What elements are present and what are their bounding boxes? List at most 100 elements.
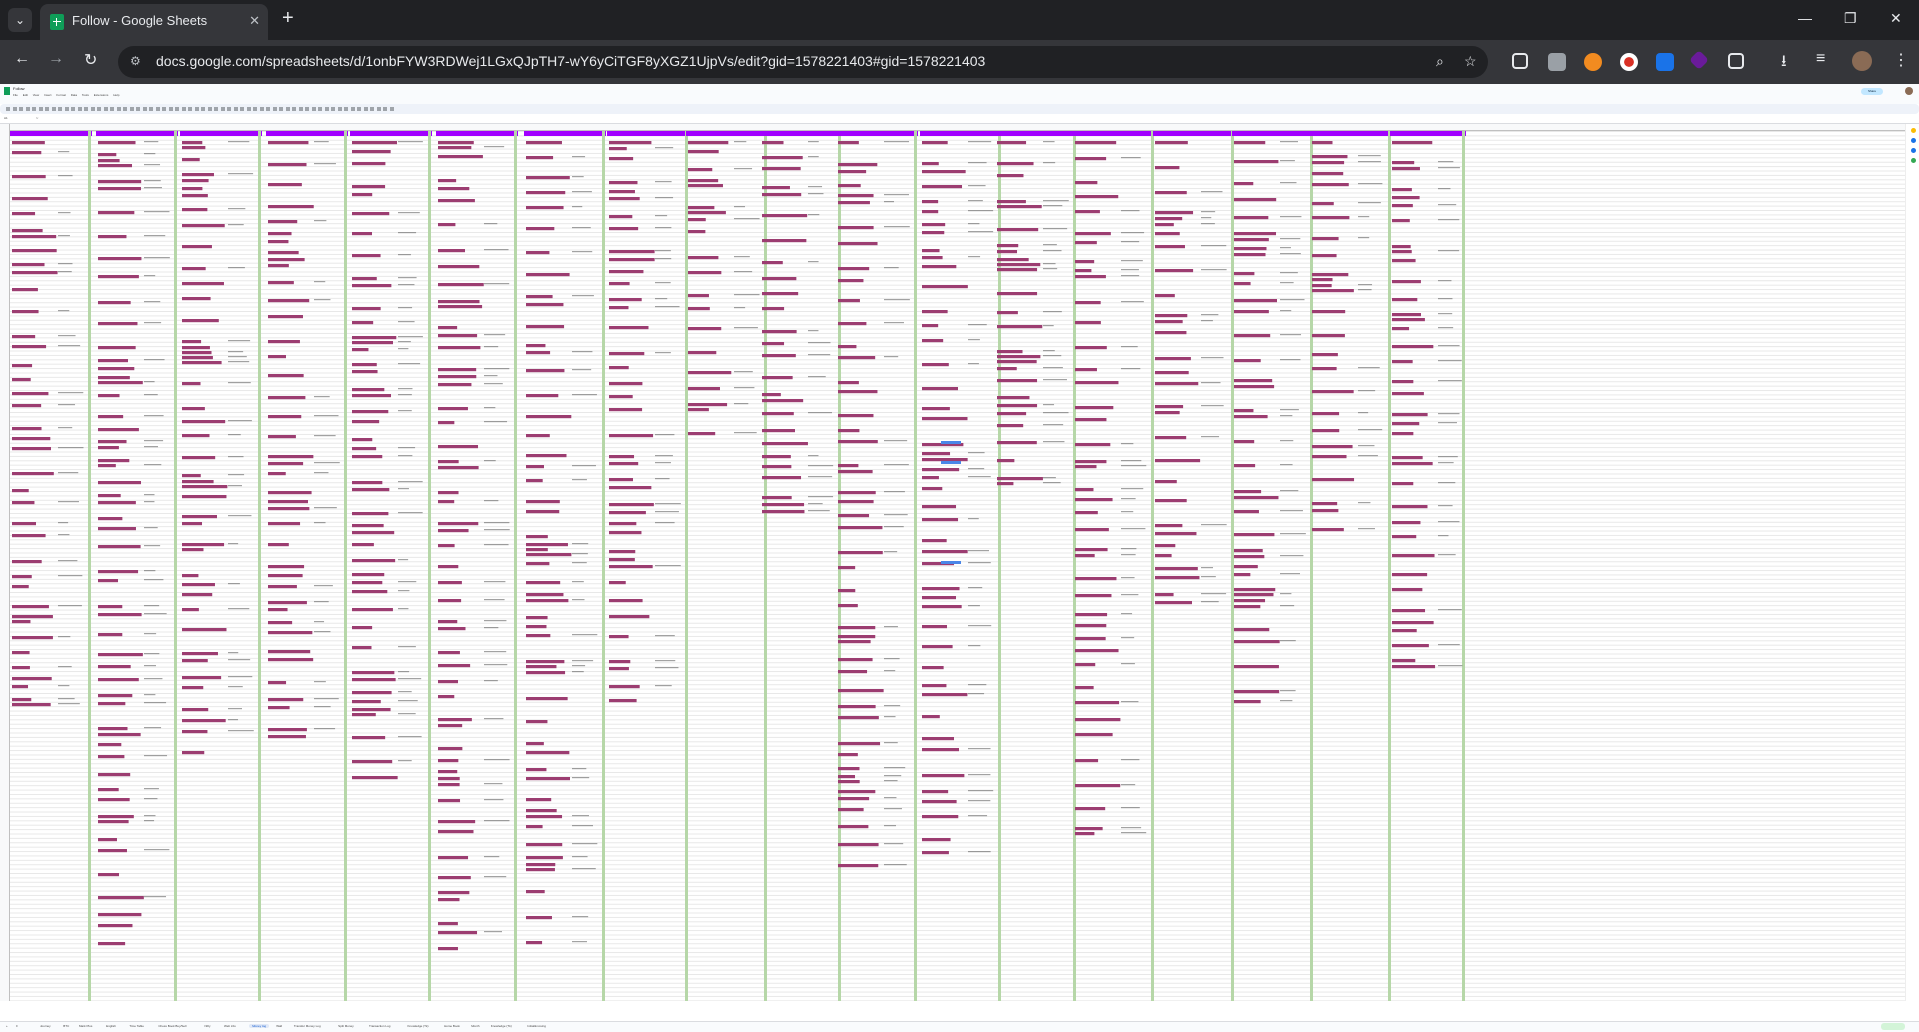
toolbar-icon[interactable] — [266, 107, 270, 111]
menu-data[interactable]: Data — [71, 93, 77, 97]
sheet-tab[interactable]: Knowledge (Tk) — [491, 1024, 512, 1028]
toolbar-icon[interactable] — [357, 107, 361, 111]
toolbar-icon[interactable] — [292, 107, 296, 111]
toolbar-icon[interactable] — [32, 107, 36, 111]
toolbar-icon[interactable] — [155, 107, 160, 111]
sheet-tab[interactable]: Time Table — [129, 1024, 144, 1028]
menu-view[interactable]: View — [33, 93, 39, 97]
toolbar-icon[interactable] — [363, 107, 368, 111]
toolbar-icon[interactable] — [77, 107, 82, 111]
browser-menu-icon[interactable]: ⋮ — [1893, 50, 1909, 70]
toolbar-icon[interactable] — [272, 107, 277, 111]
sheet-tab[interactable]: English — [106, 1024, 116, 1028]
extension-record-icon[interactable] — [1620, 53, 1638, 71]
toolbar-icon[interactable] — [90, 107, 95, 111]
share-button[interactable]: Share — [1861, 88, 1883, 95]
menu-insert[interactable]: Insert — [44, 93, 52, 97]
toolbar-icon[interactable] — [38, 107, 43, 111]
forward-button[interactable]: → — [48, 50, 64, 68]
toolbar-icon[interactable] — [350, 107, 355, 111]
toolbar-icon[interactable] — [259, 107, 264, 111]
tab-search-chevron-icon[interactable]: ⌄ — [8, 8, 32, 32]
new-tab-button[interactable]: + — [282, 8, 294, 28]
menu-extensions[interactable]: Extensions — [94, 93, 109, 97]
toolbar-icon[interactable] — [376, 107, 381, 111]
site-info-icon[interactable]: ⚙ — [130, 54, 141, 68]
toolbar-icon[interactable] — [175, 107, 179, 111]
spreadsheet-grid[interactable] — [0, 124, 1906, 1001]
keep-icon[interactable] — [1911, 128, 1916, 133]
toolbar-icon[interactable] — [383, 107, 387, 111]
extensions-puzzle-icon[interactable] — [1728, 53, 1744, 69]
downloads-icon[interactable]: ⭳ — [1781, 50, 1787, 77]
toolbar-icon[interactable] — [181, 107, 186, 111]
menu-file[interactable]: File — [13, 93, 18, 97]
row-headers[interactable] — [0, 124, 10, 1001]
toolbar-icon[interactable] — [305, 107, 309, 111]
url-text[interactable]: docs.google.com/spreadsheets/d/1onbFYW3R… — [156, 53, 985, 69]
toolbar-icon[interactable] — [45, 107, 49, 111]
toolbar-icon[interactable] — [370, 107, 374, 111]
toolbar-icon[interactable] — [129, 107, 134, 111]
menu-edit[interactable]: Edit — [23, 93, 28, 97]
toolbar-icon[interactable] — [136, 107, 140, 111]
toolbar-icon[interactable] — [207, 107, 212, 111]
contacts-icon[interactable] — [1911, 148, 1916, 153]
sheet-tab[interactable]: Money log — [249, 1024, 270, 1028]
toolbar-icon[interactable] — [298, 107, 303, 111]
toolbar-icon[interactable] — [162, 107, 166, 111]
toolbar-icon[interactable] — [71, 107, 75, 111]
toolbar-icon[interactable] — [220, 107, 225, 111]
explore-button[interactable] — [1881, 1023, 1905, 1030]
profile-avatar[interactable] — [1852, 51, 1872, 71]
account-avatar[interactable] — [1905, 87, 1913, 95]
sheet-tab[interactable]: Home Book — [444, 1024, 460, 1028]
toolbar-icon[interactable] — [253, 107, 257, 111]
sheet-tab[interactable]: Chess Book Buy/Sell — [158, 1024, 186, 1028]
toolbar-icon[interactable] — [227, 107, 231, 111]
extension-check-icon[interactable] — [1656, 53, 1674, 71]
sheet-tab[interactable]: BTC — [63, 1024, 69, 1028]
toolbar-icon[interactable] — [331, 107, 335, 111]
toolbar-icon[interactable] — [188, 107, 192, 111]
maximize-button[interactable]: ❐ — [1844, 10, 1857, 27]
sheet-tab[interactable]: Month — [471, 1024, 479, 1028]
toolbar-icon[interactable] — [123, 107, 127, 111]
extension-orange-icon[interactable] — [1584, 53, 1602, 71]
sheet-tab[interactable]: Split Money — [338, 1024, 354, 1028]
toolbar-icon[interactable] — [6, 107, 10, 111]
toolbar-icon[interactable] — [84, 107, 88, 111]
toolbar-icon[interactable] — [337, 107, 342, 111]
toolbar-icon[interactable] — [201, 107, 205, 111]
sheets-logo-icon[interactable] — [4, 87, 10, 95]
maps-icon[interactable] — [1911, 158, 1916, 163]
close-window-button[interactable]: ✕ — [1890, 10, 1902, 27]
toolbar-icon[interactable] — [97, 107, 101, 111]
toolbar-icon[interactable] — [58, 107, 62, 111]
toolbar-icon[interactable] — [318, 107, 322, 111]
toolbar-icon[interactable] — [168, 107, 173, 111]
sheet-tab[interactable]: Wall — [276, 1024, 282, 1028]
toolbar-icon[interactable] — [103, 107, 108, 111]
toolbar-icon[interactable] — [149, 107, 153, 111]
toolbar-icon[interactable] — [12, 107, 17, 111]
all-sheets-icon[interactable]: ≡ — [16, 1024, 18, 1028]
sheet-tab[interactable]: Transaction Log — [369, 1024, 390, 1028]
toolbar-icon[interactable] — [233, 107, 238, 111]
column-headers[interactable] — [0, 124, 1906, 131]
name-box[interactable]: A1 — [4, 116, 8, 120]
sheet-tab[interactable]: Knowledge (Tk) — [408, 1024, 429, 1028]
minimize-button[interactable]: — — [1798, 10, 1812, 26]
sheet-tab[interactable]: Mark Plus — [79, 1024, 92, 1028]
toolbar-icon[interactable] — [285, 107, 290, 111]
toolbar-icon[interactable] — [344, 107, 348, 111]
reading-list-icon[interactable]: ≡ — [1816, 50, 1825, 68]
toolbar-icon[interactable] — [110, 107, 114, 111]
toolbar-icon[interactable] — [194, 107, 199, 111]
sheet-tab[interactable]: Web info — [224, 1024, 236, 1028]
menu-format[interactable]: Format — [56, 93, 66, 97]
tasks-icon[interactable] — [1911, 138, 1916, 143]
bookmark-star-icon[interactable]: ☆ — [1464, 53, 1477, 70]
address-bar[interactable]: ⚙ docs.google.com/spreadsheets/d/1onbFYW… — [118, 46, 1488, 78]
toolbar-icon[interactable] — [279, 107, 283, 111]
